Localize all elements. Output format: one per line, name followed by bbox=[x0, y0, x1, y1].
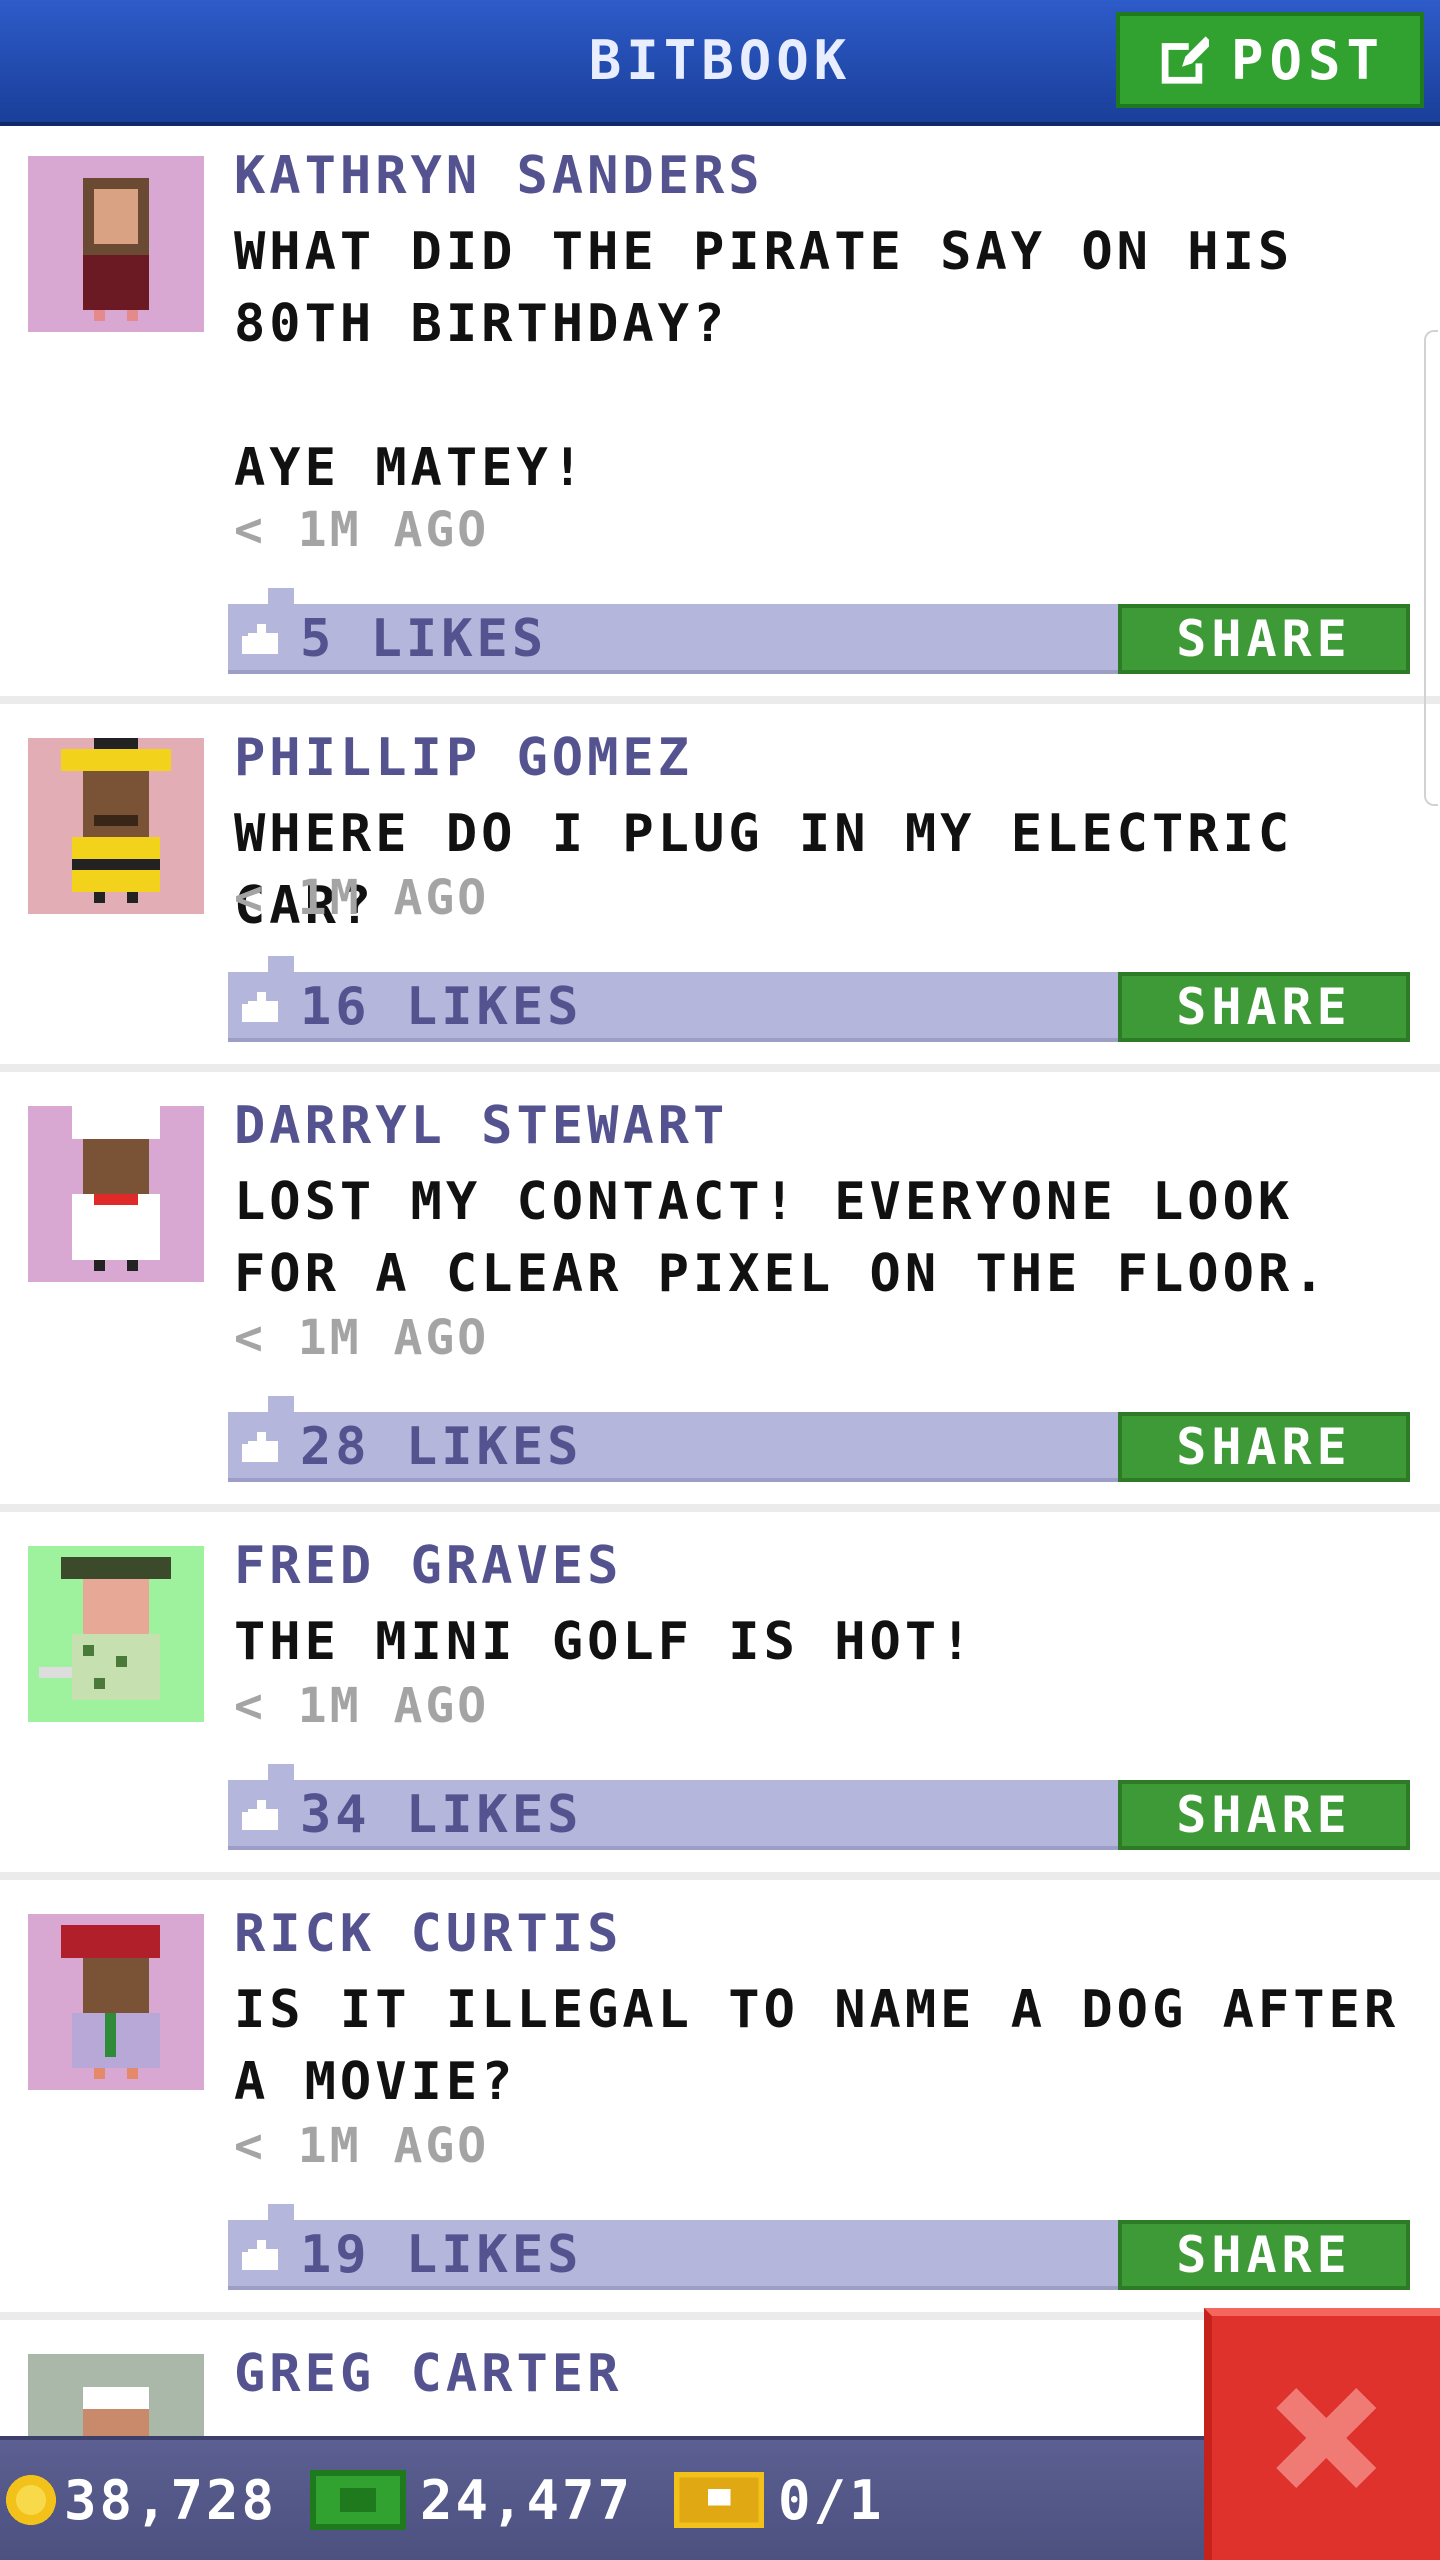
like-icon bbox=[242, 1432, 278, 1462]
likes-tab bbox=[268, 2204, 294, 2220]
likes-count: 5 LIKES bbox=[300, 609, 548, 669]
likes-bar[interactable]: 16 LIKES SHARE bbox=[228, 956, 1410, 1042]
post-time: < 1M AGO bbox=[234, 1678, 490, 1734]
post-time: < 1M AGO bbox=[234, 502, 490, 558]
avatar bbox=[28, 156, 204, 332]
like-icon bbox=[242, 624, 278, 654]
like-icon bbox=[242, 2240, 278, 2270]
share-button[interactable]: SHARE bbox=[1118, 972, 1410, 1042]
likes-tab bbox=[268, 956, 294, 972]
post-author[interactable]: RICK CURTIS bbox=[234, 1904, 622, 1964]
likes-tab bbox=[268, 1396, 294, 1412]
edit-icon bbox=[1161, 36, 1209, 84]
close-icon bbox=[1276, 2388, 1376, 2488]
close-button[interactable] bbox=[1204, 2308, 1440, 2560]
share-button[interactable]: SHARE bbox=[1118, 2220, 1410, 2290]
post-divider bbox=[0, 696, 1440, 704]
avatar bbox=[28, 1914, 204, 2090]
post-author[interactable]: KATHRYN SANDERS bbox=[234, 146, 764, 206]
likes-bar[interactable]: 34 LIKES SHARE bbox=[228, 1764, 1410, 1850]
coin-icon bbox=[6, 2475, 56, 2525]
post-author[interactable]: FRED GRAVES bbox=[234, 1536, 622, 1596]
scrollbar[interactable] bbox=[1424, 330, 1438, 806]
post-message: WHAT DID THE PIRATE SAY ON HIS 80TH BIRT… bbox=[234, 222, 1294, 498]
post-button[interactable]: POST bbox=[1116, 12, 1424, 108]
likes-tab bbox=[268, 588, 294, 604]
post-time: < 1M AGO bbox=[234, 870, 490, 926]
post-divider bbox=[0, 1872, 1440, 1880]
post-divider bbox=[0, 1504, 1440, 1512]
post-time: < 1M AGO bbox=[234, 1310, 490, 1366]
avatar bbox=[28, 1546, 204, 1722]
likes-count: 19 LIKES bbox=[300, 2225, 583, 2285]
post-message: IS IT ILLEGAL TO NAME A DOG AFTER A MOVI… bbox=[234, 1980, 1435, 2112]
post-message: THE MINI GOLF IS HOT! bbox=[234, 1612, 976, 1672]
top-bar: BITBOOK POST bbox=[0, 0, 1440, 126]
ticket-icon bbox=[674, 2471, 764, 2529]
likes-tab bbox=[268, 1764, 294, 1780]
like-icon bbox=[242, 1800, 278, 1830]
bux-stat[interactable]: 24,477 bbox=[310, 2440, 633, 2560]
post-time: < 1M AGO bbox=[234, 2118, 490, 2174]
likes-bar[interactable]: 19 LIKES SHARE bbox=[228, 2204, 1410, 2290]
post-author[interactable]: GREG CARTER bbox=[234, 2344, 622, 2404]
likes-count: 28 LIKES bbox=[300, 1417, 583, 1477]
bux-icon bbox=[310, 2470, 406, 2530]
share-button[interactable]: SHARE bbox=[1118, 1412, 1410, 1482]
coins-value: 38,728 bbox=[64, 2468, 278, 2532]
post-button-label: POST bbox=[1230, 28, 1386, 92]
post-author[interactable]: PHILLIP GOMEZ bbox=[234, 728, 693, 788]
share-button[interactable]: SHARE bbox=[1118, 1780, 1410, 1850]
likes-bar[interactable]: 28 LIKES SHARE bbox=[228, 1396, 1410, 1482]
likes-count: 16 LIKES bbox=[300, 977, 583, 1037]
likes-count: 34 LIKES bbox=[300, 1785, 583, 1845]
likes-bar[interactable]: 5 LIKES SHARE bbox=[228, 588, 1410, 674]
avatar bbox=[28, 738, 204, 914]
share-button[interactable]: SHARE bbox=[1118, 604, 1410, 674]
avatar bbox=[28, 1106, 204, 1282]
coins-stat[interactable]: 38,728 bbox=[6, 2440, 277, 2560]
post-author[interactable]: DARRYL STEWART bbox=[234, 1096, 728, 1156]
post-divider bbox=[0, 1064, 1440, 1072]
bux-value: 24,477 bbox=[420, 2468, 634, 2532]
post-message: LOST MY CONTACT! EVERYONE LOOK FOR A CLE… bbox=[234, 1172, 1329, 1304]
tickets-stat[interactable]: 0/1 bbox=[674, 2440, 885, 2560]
tickets-value: 0/1 bbox=[778, 2468, 885, 2532]
like-icon bbox=[242, 992, 278, 1022]
